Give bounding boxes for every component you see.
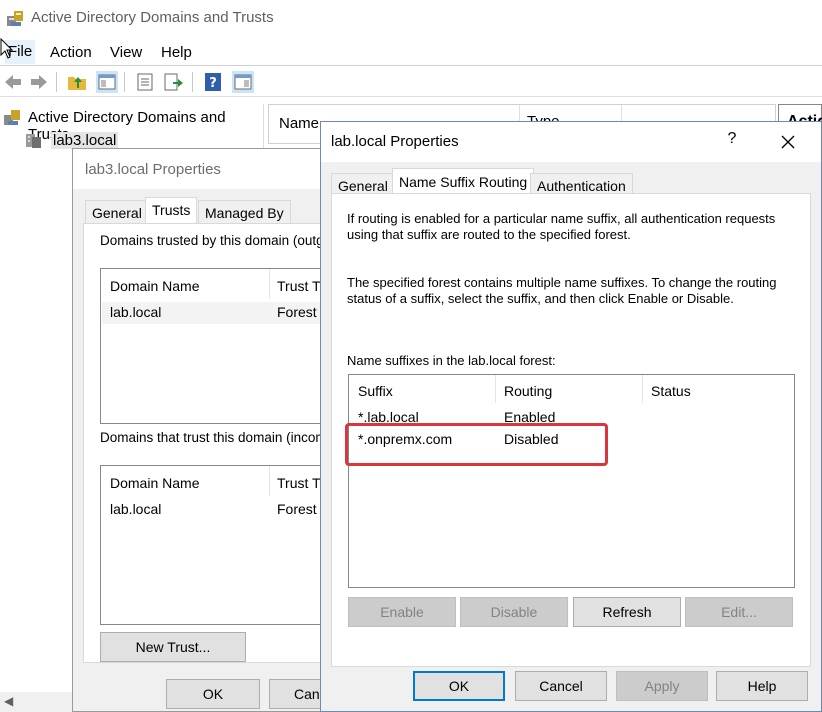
toolbar-separator [192, 72, 193, 92]
tab-managed-by[interactable]: Managed By [198, 200, 291, 224]
tab-general[interactable]: General [85, 200, 149, 224]
toolbar-separator [56, 72, 57, 92]
suffix-instructions-line1: The specified forest contains multiple n… [347, 275, 777, 290]
column-header-domain-name[interactable]: Domain Name [110, 278, 199, 294]
window-title: Active Directory Domains and Trusts [31, 9, 274, 26]
column-divider [495, 375, 496, 403]
suffix-instructions-line2: status of a suffix, select the suffix, a… [347, 291, 734, 306]
outgoing-trusts-list[interactable]: Domain Name Trust Ty lab.local Forest [100, 268, 332, 424]
ok-button[interactable]: OK [413, 671, 505, 701]
edit-button[interactable]: Edit... [685, 597, 793, 627]
back-arrow-icon[interactable] [2, 71, 24, 93]
export-list-icon[interactable] [162, 71, 184, 93]
tab-trusts[interactable]: Trusts [145, 197, 198, 224]
incoming-trusts-list[interactable]: Domain Name Trust Ty lab.local Forest [100, 465, 332, 625]
column-header-suffix[interactable]: Suffix [358, 383, 393, 399]
help-question-icon[interactable]: ? [721, 130, 743, 152]
forward-arrow-icon[interactable] [28, 71, 50, 93]
lab-properties-dialog: lab.local Properties ? General Name Suff… [320, 121, 822, 712]
close-icon[interactable] [773, 130, 803, 154]
trust-type-cell: Forest [277, 304, 317, 320]
enable-button[interactable]: Enable [348, 597, 456, 627]
name-suffix-list[interactable]: Suffix Routing Status *.lab.local Enable… [348, 374, 795, 588]
domain-name-cell: lab.local [110, 304, 162, 320]
show-hide-tree-icon[interactable] [96, 71, 118, 93]
tab-panel-name-suffix-routing: If routing is enabled for a particular n… [331, 193, 811, 667]
properties-icon[interactable] [134, 71, 156, 93]
column-header-status[interactable]: Status [651, 383, 691, 399]
annotation-highlight-box [345, 423, 608, 466]
ad-domains-trusts-icon [4, 110, 20, 125]
cancel-button[interactable]: Cancel [515, 671, 607, 701]
toolbar-separator [124, 72, 125, 92]
domain-icon [26, 134, 41, 148]
incoming-trusts-label: Domains that trust this domain (incom [100, 430, 327, 445]
apply-button[interactable]: Apply [616, 671, 708, 701]
up-folder-icon[interactable] [66, 71, 88, 93]
horizontal-scrollbar[interactable]: ◀ [0, 692, 74, 712]
refresh-button[interactable]: Refresh [573, 597, 681, 627]
column-divider [642, 375, 643, 403]
title-bar: Active Directory Domains and Trusts [0, 0, 822, 38]
menu-view[interactable]: View [110, 44, 142, 61]
domain-name-cell: lab.local [110, 501, 162, 517]
lab3-properties-dialog: lab3.local Properties General Trusts Man… [72, 148, 363, 712]
svg-text:?: ? [209, 76, 217, 91]
column-divider [269, 269, 270, 299]
tree-item-lab3-local[interactable]: lab3.local [51, 132, 119, 149]
column-header-domain-name[interactable]: Domain Name [110, 475, 199, 491]
help-button[interactable]: Help [716, 671, 808, 701]
dialog-title: lab.local Properties [331, 133, 459, 150]
disable-button[interactable]: Disable [460, 597, 568, 627]
routing-description-line2: using that suffix are routed to the spec… [347, 227, 631, 242]
routing-description-line1: If routing is enabled for a particular n… [347, 211, 776, 226]
help-icon[interactable]: ? [202, 71, 224, 93]
tab-panel-trusts: Domains trusted by this domain (outgo Do… [83, 223, 332, 663]
menu-bar: File Action View Help [0, 38, 822, 66]
column-divider [269, 466, 270, 496]
mouse-cursor-icon [0, 38, 14, 59]
ad-domains-trusts-icon [7, 11, 23, 26]
dialog-title: lab3.local Properties [85, 161, 221, 178]
ok-button[interactable]: OK [166, 679, 260, 709]
scroll-left-icon[interactable]: ◀ [4, 694, 13, 708]
column-header-routing[interactable]: Routing [504, 383, 552, 399]
dialog-title-bar: lab3.local Properties [73, 149, 331, 189]
column-header-name[interactable]: Name [279, 115, 319, 132]
show-action-pane-icon[interactable] [232, 71, 254, 93]
new-trust-button[interactable]: New Trust... [100, 632, 246, 662]
menu-help[interactable]: Help [161, 44, 192, 61]
suffix-list-label: Name suffixes in the lab.local forest: [347, 353, 556, 368]
toolbar: ? [0, 67, 822, 97]
menu-action[interactable]: Action [50, 44, 92, 61]
outgoing-trusts-label: Domains trusted by this domain (outgo [100, 233, 332, 248]
dialog-title-bar: lab.local Properties ? [321, 122, 821, 162]
trust-type-cell: Forest [277, 501, 317, 517]
